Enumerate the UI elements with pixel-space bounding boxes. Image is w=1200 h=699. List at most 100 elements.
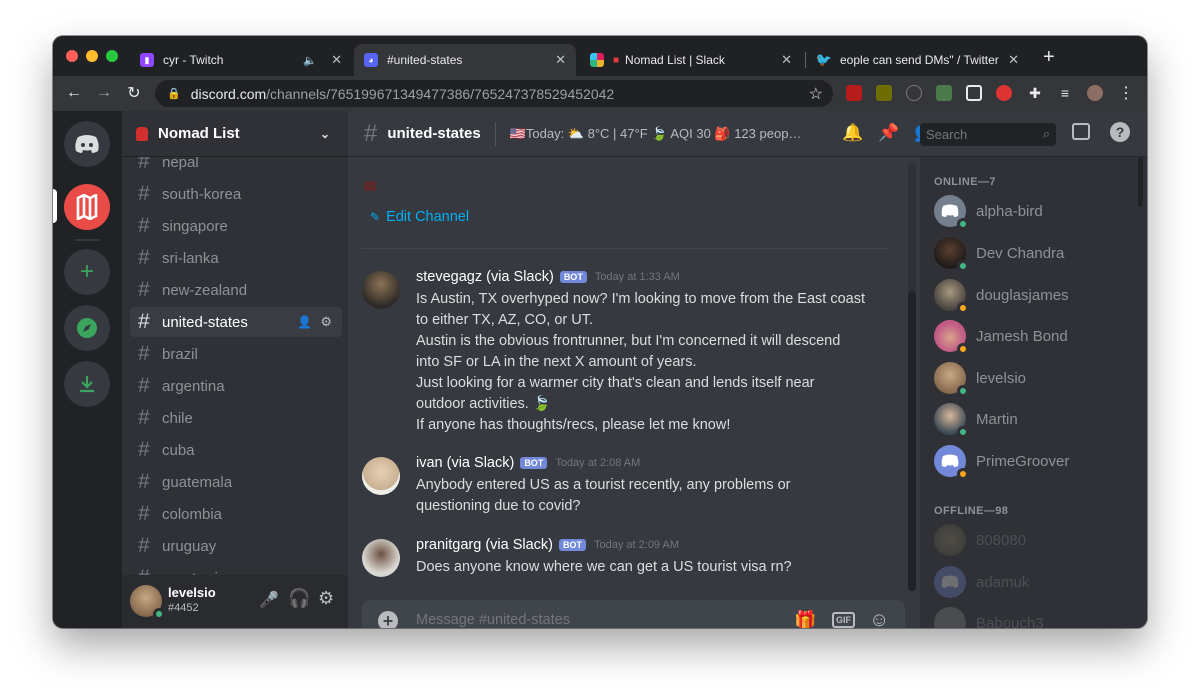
emoji-icon[interactable]: ☺ <box>869 609 889 628</box>
invite-icon[interactable]: 👤 <box>297 315 312 329</box>
pin-icon[interactable]: 📌 <box>878 123 899 143</box>
user-settings-icon[interactable]: ⚙ <box>318 588 334 609</box>
close-window-button[interactable] <box>66 50 78 62</box>
bell-icon[interactable]: 🔔 <box>842 123 863 143</box>
explore-servers-button[interactable] <box>64 305 110 351</box>
member-item[interactable]: douglasjames <box>934 275 1069 315</box>
member-scrollbar[interactable] <box>1138 157 1143 207</box>
member-item[interactable]: Babouch3 <box>934 603 1044 628</box>
gif-button[interactable]: GIF <box>832 612 855 628</box>
message-author[interactable]: ivan (via Slack) <box>416 455 514 471</box>
chrome-menu-icon[interactable]: ⋮ <box>1116 83 1136 103</box>
message-author[interactable]: stevegagz (via Slack) <box>416 269 554 285</box>
channel-topic[interactable]: 🇺🇸Today: ⛅ 8°C | 47°F 🍃 AQI 30 🎒 123 peo… <box>510 126 800 142</box>
message-input[interactable]: Message #united-states <box>416 612 570 628</box>
inbox-icon[interactable] <box>1072 123 1090 140</box>
chat-scrollbar-thumb[interactable] <box>908 291 916 591</box>
channel-brazil[interactable]: # brazil <box>130 339 342 369</box>
gear-icon[interactable]: ⚙ <box>320 314 332 330</box>
info-extension-icon[interactable] <box>906 85 922 101</box>
back-icon[interactable]: ← <box>64 83 84 103</box>
discord-default-avatar-icon <box>941 575 959 588</box>
maximize-window-button[interactable] <box>106 50 118 62</box>
reload-icon[interactable]: ↻ <box>124 83 144 103</box>
close-tab-icon[interactable]: ✕ <box>781 52 792 68</box>
member-item[interactable]: 808080 <box>934 520 1026 560</box>
avatar[interactable] <box>130 585 165 620</box>
server-header[interactable]: Nomad List ⌄ <box>122 111 348 157</box>
minimize-window-button[interactable] <box>86 50 98 62</box>
pen-extension-icon[interactable] <box>876 85 892 101</box>
member-item[interactable]: levelsio <box>934 358 1026 398</box>
tab-discord[interactable]: ◕ #united-states ✕ <box>354 44 576 76</box>
channel-chile[interactable]: # chile <box>130 403 342 433</box>
forward-icon[interactable]: → <box>94 83 114 103</box>
chat-scrollbar-track[interactable] <box>908 161 916 591</box>
idle-status-icon <box>957 343 969 355</box>
offline-category: OFFLINE—98 <box>934 505 1009 517</box>
hash-icon: # <box>138 342 150 365</box>
download-apps-button[interactable] <box>64 361 110 407</box>
address-bar[interactable]: 🔒 discord.com /channels/7651996713494773… <box>155 80 833 107</box>
gift-icon[interactable]: 🎁 <box>794 610 816 628</box>
avatar[interactable] <box>362 539 400 577</box>
tab-twitter[interactable]: 🐦 eople can send DMs" / Twitter ✕ <box>807 44 1029 76</box>
avatar[interactable] <box>362 457 400 495</box>
media-queue-icon[interactable]: ≡ <box>1055 83 1075 103</box>
grid-extension-icon[interactable] <box>936 85 952 101</box>
channel-cuba[interactable]: # cuba <box>130 435 342 465</box>
channel-new-zealand[interactable]: # new-zealand <box>130 275 342 305</box>
edit-channel-link[interactable]: ✎ Edit Channel <box>370 209 469 225</box>
avatar[interactable] <box>362 271 400 309</box>
tab-slack[interactable]: ■ Nomad List | Slack ✕ <box>580 44 802 76</box>
channel-united-states[interactable]: # united-states 👤 ⚙ <box>130 307 342 337</box>
message-line: Austin is the obvious frontrunner, but I… <box>416 333 841 349</box>
upload-plus-icon[interactable]: + <box>378 611 398 628</box>
santa-extension-icon[interactable] <box>996 85 1012 101</box>
search-input[interactable]: Search ⌕ <box>920 123 1056 146</box>
tab-title: eople can send DMs" / Twitter <box>840 53 999 67</box>
channel-south-korea[interactable]: # south-korea <box>130 179 342 209</box>
channel-title: united-states <box>387 125 481 142</box>
bookmark-star-icon[interactable]: ☆ <box>809 84 823 104</box>
speaker-icon[interactable]: 🔈 <box>303 54 317 67</box>
add-server-button[interactable]: + <box>64 249 110 295</box>
server-nomad-list[interactable] <box>64 184 110 230</box>
chat-area: # united-states 🇺🇸Today: ⛅ 8°C | 47°F 🍃 … <box>348 111 920 628</box>
ublock-extension-icon[interactable] <box>846 85 862 101</box>
tab-twitch[interactable]: ▮ cyr - Twitch 🔈 ✕ <box>130 44 352 76</box>
home-button[interactable] <box>64 121 110 167</box>
member-item[interactable]: Dev Chandra <box>934 233 1064 273</box>
avatar <box>934 566 966 598</box>
member-item[interactable]: adamuk <box>934 562 1029 602</box>
channel-sri-lanka[interactable]: # sri-lanka <box>130 243 342 273</box>
new-tab-button[interactable]: + <box>1043 46 1055 69</box>
channel-colombia[interactable]: # colombia <box>130 499 342 529</box>
member-item[interactable]: alpha-bird <box>934 191 1043 231</box>
member-item[interactable]: Jamesh Bond <box>934 316 1068 356</box>
close-tab-icon[interactable]: ✕ <box>1008 52 1019 68</box>
close-tab-icon[interactable]: ✕ <box>555 52 566 68</box>
channel-argentina[interactable]: # argentina <box>130 371 342 401</box>
idle-status-icon <box>957 468 969 480</box>
channel-uruguay[interactable]: # uruguay <box>130 531 342 561</box>
member-item[interactable]: Martin <box>934 399 1018 439</box>
tab-strip: ▮ cyr - Twitch 🔈 ✕ ◕ #united-states ✕ ■ … <box>53 36 1147 76</box>
puzzle-extensions-icon[interactable]: ✚ <box>1025 83 1045 103</box>
channel-guatemala[interactable]: # guatemala <box>130 467 342 497</box>
message-line: questioning due to covid? <box>416 498 581 514</box>
message-author[interactable]: pranitgarg (via Slack) <box>416 537 553 553</box>
discord-app: + Nomad List ⌄ # nepal # south-korea # sing… <box>53 111 1147 628</box>
profile-avatar[interactable] <box>1087 85 1103 101</box>
member-item[interactable]: PrimeGroover <box>934 441 1069 481</box>
channel-singapore[interactable]: # singapore <box>130 211 342 241</box>
window-extension-icon[interactable] <box>966 85 982 101</box>
hash-icon: # <box>138 246 150 269</box>
member-name: Jamesh Bond <box>976 327 1068 345</box>
close-tab-icon[interactable]: ✕ <box>331 52 342 68</box>
tab-title: #united-states <box>387 53 463 67</box>
mute-microphone-icon[interactable]: 🎤 <box>259 590 279 610</box>
help-icon[interactable]: ? <box>1110 122 1130 142</box>
headphones-icon[interactable]: 🎧 <box>288 588 310 609</box>
avatar <box>934 237 969 272</box>
